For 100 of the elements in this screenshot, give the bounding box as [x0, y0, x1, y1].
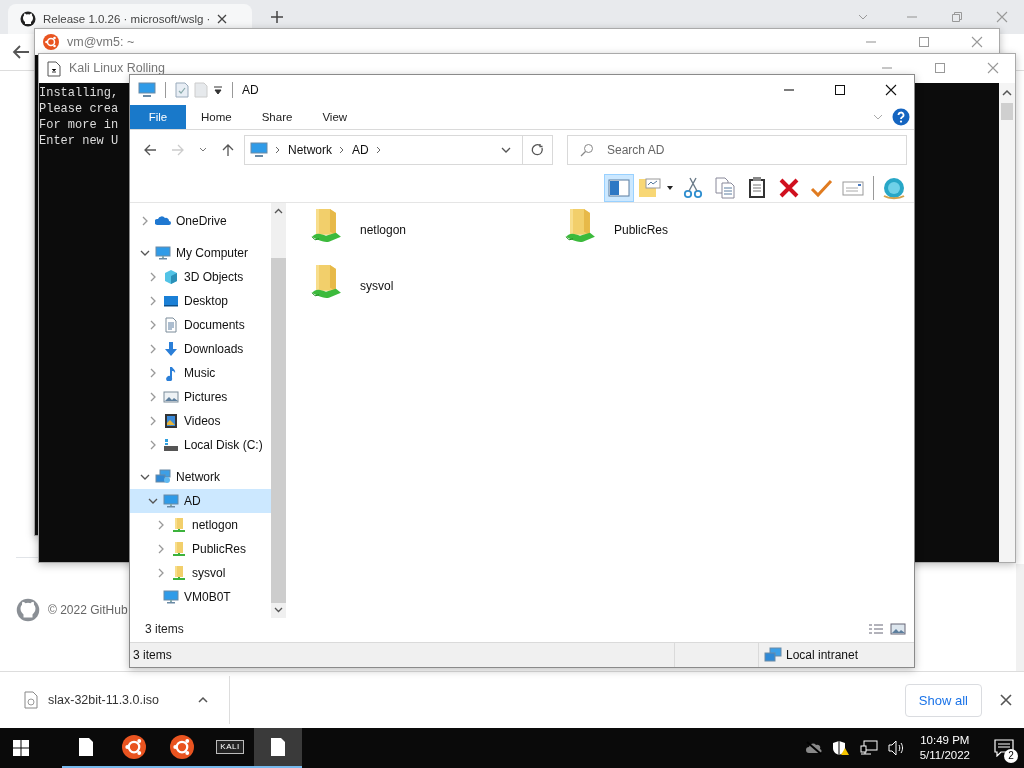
zone-text: Local intranet — [786, 648, 859, 662]
ubuntu-icon — [170, 735, 194, 759]
monitor-icon — [163, 589, 179, 605]
properties-icon[interactable] — [175, 82, 189, 98]
ubuntu-icon — [43, 34, 59, 50]
back-arrow-icon[interactable] — [143, 143, 157, 157]
shield-warning-icon[interactable] — [831, 740, 850, 756]
monitor-icon — [250, 142, 268, 158]
down-arrow-icon — [163, 341, 179, 357]
taskbar-app[interactable] — [254, 728, 302, 768]
back-arrow-icon[interactable] — [12, 44, 30, 60]
breadcrumb[interactable]: AD — [352, 143, 369, 157]
help-icon[interactable] — [892, 108, 910, 126]
folder-icon — [636, 176, 676, 200]
shared-folder-icon — [310, 263, 342, 300]
scroll-down-icon[interactable] — [274, 607, 283, 613]
kali-icon: KALI — [216, 740, 244, 754]
shared-folder-icon — [171, 565, 187, 581]
network-icon[interactable] — [859, 740, 878, 756]
ribbon-tab[interactable]: View — [307, 105, 363, 129]
chevron-down-icon[interactable] — [199, 146, 207, 154]
desktop-icon — [163, 293, 179, 309]
new-tab-icon[interactable] — [270, 10, 284, 24]
tree-item[interactable]: Pictures — [130, 385, 271, 409]
tree-item[interactable]: Videos — [130, 409, 271, 433]
network-icon — [155, 469, 171, 485]
tree-item[interactable]: AD — [130, 489, 271, 513]
monitor-icon — [155, 245, 171, 261]
file-icon — [78, 737, 94, 757]
github-logo-icon — [16, 598, 40, 622]
shared-folder-icon — [310, 207, 342, 244]
file-icon — [24, 691, 38, 709]
scroll-up-icon[interactable] — [1002, 89, 1012, 97]
scrollbar-thumb[interactable] — [1001, 103, 1013, 120]
monitor-icon — [138, 82, 156, 98]
copyright-text: © 2022 GitHub — [48, 603, 128, 617]
breadcrumb-chevron-icon[interactable] — [338, 145, 346, 155]
download-file-name[interactable]: slax-32bit-11.3.0.iso — [48, 693, 159, 707]
chevron-down-icon[interactable] — [500, 145, 512, 155]
breadcrumb[interactable]: Network — [288, 143, 332, 157]
item-count: 3 items — [145, 622, 184, 636]
document-icon — [47, 61, 61, 77]
refresh-button[interactable] — [523, 135, 553, 165]
copy-icon — [713, 176, 737, 200]
ribbon-tab[interactable]: Home — [186, 105, 247, 129]
ubuntu-icon — [122, 735, 146, 759]
shared-folder-item[interactable]: netlogon — [310, 207, 564, 263]
close-icon[interactable] — [1000, 694, 1012, 706]
address-bar[interactable]: Network AD — [244, 135, 523, 165]
terminal-line: Enter new U — [39, 133, 119, 149]
shared-folder-item[interactable]: sysvol — [310, 263, 564, 319]
tree-item[interactable]: 3D Objects — [130, 265, 271, 289]
tree-item[interactable]: My Computer — [130, 241, 271, 265]
status-text: 3 items — [132, 648, 173, 662]
scrollbar[interactable] — [1016, 564, 1024, 671]
cloud-off-icon[interactable] — [805, 741, 822, 755]
tree-item[interactable]: Downloads — [130, 337, 271, 361]
details-view-icon[interactable] — [868, 623, 884, 635]
shared-folder-item[interactable]: PublicRes — [564, 207, 818, 263]
speaker-icon[interactable] — [887, 740, 906, 756]
file-menu-button[interactable]: File — [130, 105, 186, 129]
clock[interactable]: 10:49 PM 5/11/2022 — [919, 733, 970, 763]
notification-badge: 2 — [1004, 749, 1018, 763]
tree-item[interactable]: VM0B0T — [130, 585, 271, 609]
dropdown-icon[interactable] — [213, 85, 223, 95]
tree-item[interactable]: Desktop — [130, 289, 271, 313]
restore-icon — [950, 11, 963, 23]
globe-icon — [882, 176, 906, 200]
window-title: AD — [242, 83, 259, 97]
terminal-line: Please crea — [39, 101, 119, 117]
windows-logo-icon — [13, 740, 29, 756]
tree-item[interactable]: Music — [130, 361, 271, 385]
notification-button[interactable]: 2 — [984, 728, 1024, 768]
document-icon — [163, 317, 179, 333]
up-arrow-icon[interactable] — [221, 143, 235, 157]
tree-item[interactable]: PublicRes — [130, 537, 271, 561]
delete-icon — [777, 176, 801, 200]
tree-item[interactable]: netlogon — [130, 513, 271, 537]
close-icon[interactable] — [217, 14, 228, 24]
tree-item[interactable]: Local Disk (C:) — [130, 433, 271, 457]
breadcrumb-chevron-icon[interactable] — [374, 145, 383, 155]
window-title: vm@vm5: ~ — [67, 35, 135, 49]
maximize-icon — [917, 36, 930, 48]
large-icons-view-icon[interactable] — [890, 623, 906, 635]
tree-item[interactable]: sysvol — [130, 561, 271, 585]
breadcrumb-chevron-icon[interactable] — [274, 145, 282, 155]
tree-item[interactable]: Network — [130, 465, 271, 489]
search-field[interactable]: Search AD — [567, 135, 907, 165]
show-all-button[interactable]: Show all — [904, 683, 982, 717]
github-logo-icon — [20, 11, 36, 27]
scroll-up-icon[interactable] — [274, 208, 283, 214]
shared-folder-icon — [171, 517, 187, 533]
scrollbar-thumb[interactable] — [271, 258, 286, 603]
cube-icon — [163, 269, 179, 285]
file-icon — [270, 737, 286, 757]
ribbon-tab[interactable]: Share — [246, 105, 308, 129]
film-icon — [163, 413, 179, 429]
tree-item[interactable]: OneDrive — [130, 209, 271, 233]
tree-item[interactable]: Documents — [130, 313, 271, 337]
scissors-icon — [681, 176, 705, 200]
